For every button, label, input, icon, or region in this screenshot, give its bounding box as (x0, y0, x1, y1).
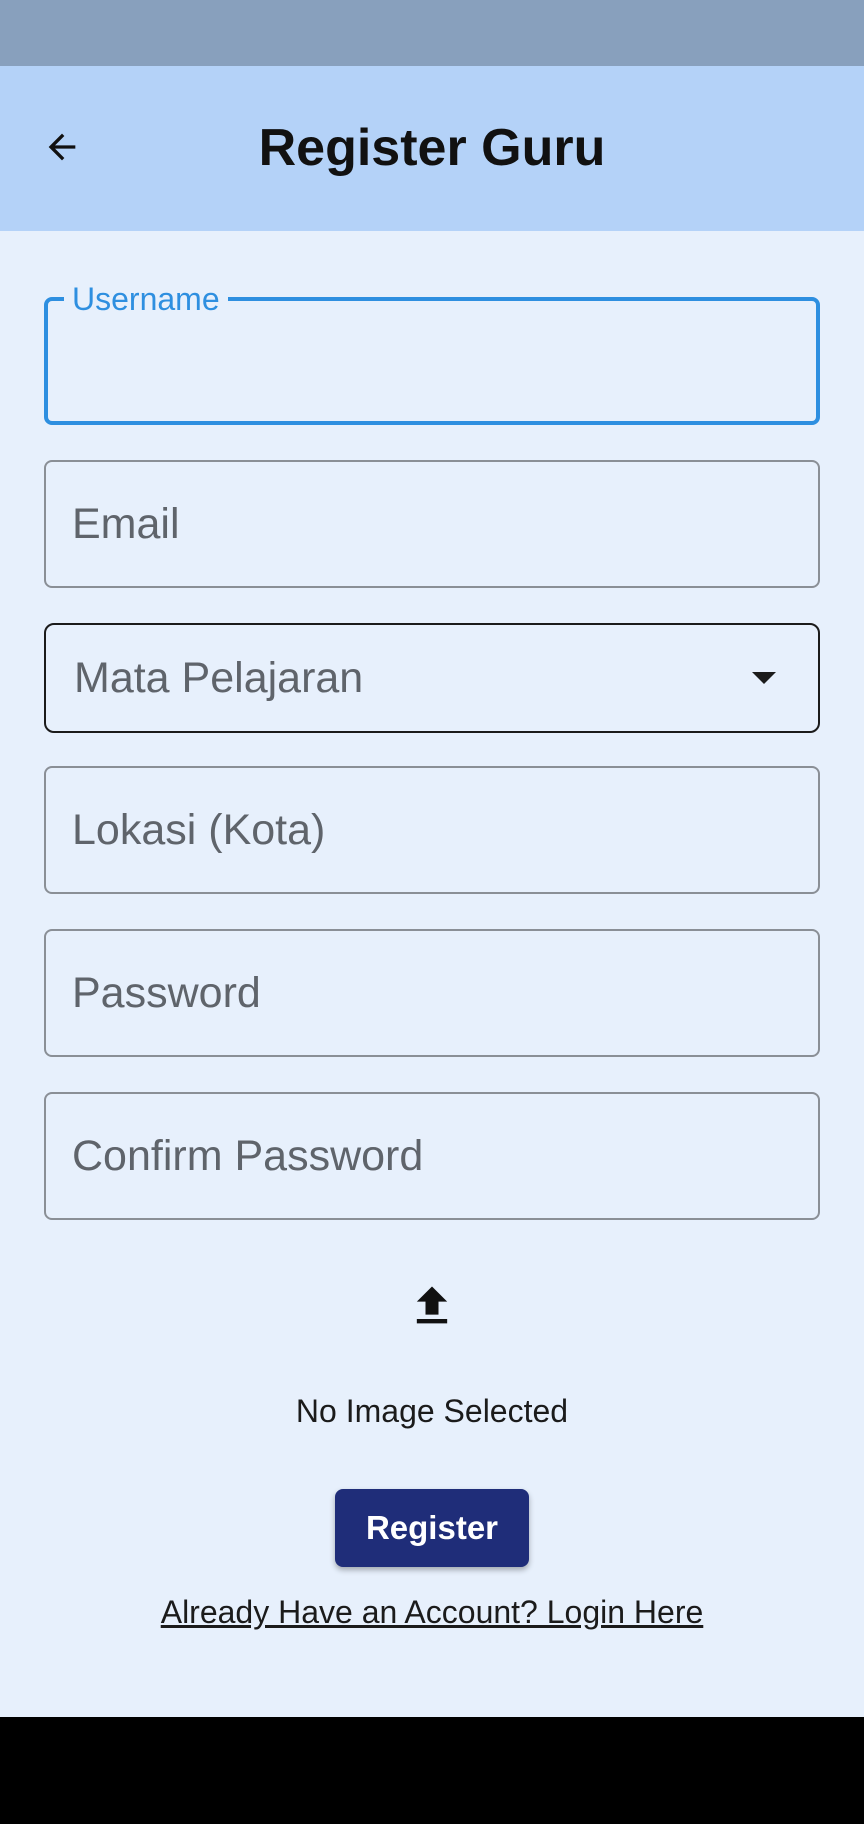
navigation-bar (0, 1717, 864, 1824)
status-bar (0, 0, 864, 66)
image-status: No Image Selected (295, 1393, 569, 1429)
location-placeholder: Lokasi (Kota) (72, 806, 326, 854)
username-label: Username (64, 281, 228, 317)
app-bar: Register Guru (0, 66, 864, 231)
email-field[interactable]: Email (44, 460, 820, 588)
subject-dropdown[interactable]: Mata Pelajaran (44, 623, 820, 733)
email-placeholder: Email (72, 500, 180, 548)
register-button[interactable]: Register (335, 1489, 529, 1567)
location-field[interactable]: Lokasi (Kota) (44, 766, 820, 894)
login-link[interactable]: Already Have an Account? Login Here (0, 1589, 864, 1635)
dropdown-arrow-icon (752, 672, 776, 684)
password-placeholder: Password (72, 969, 261, 1017)
upload-icon[interactable] (406, 1280, 458, 1332)
subject-placeholder: Mata Pelajaran (74, 654, 364, 702)
page-title: Register Guru (258, 119, 606, 177)
confirm-password-placeholder: Confirm Password (72, 1132, 424, 1180)
confirm-password-field[interactable]: Confirm Password (44, 1092, 820, 1220)
username-field[interactable]: Username (44, 281, 820, 425)
password-field[interactable]: Password (44, 929, 820, 1057)
